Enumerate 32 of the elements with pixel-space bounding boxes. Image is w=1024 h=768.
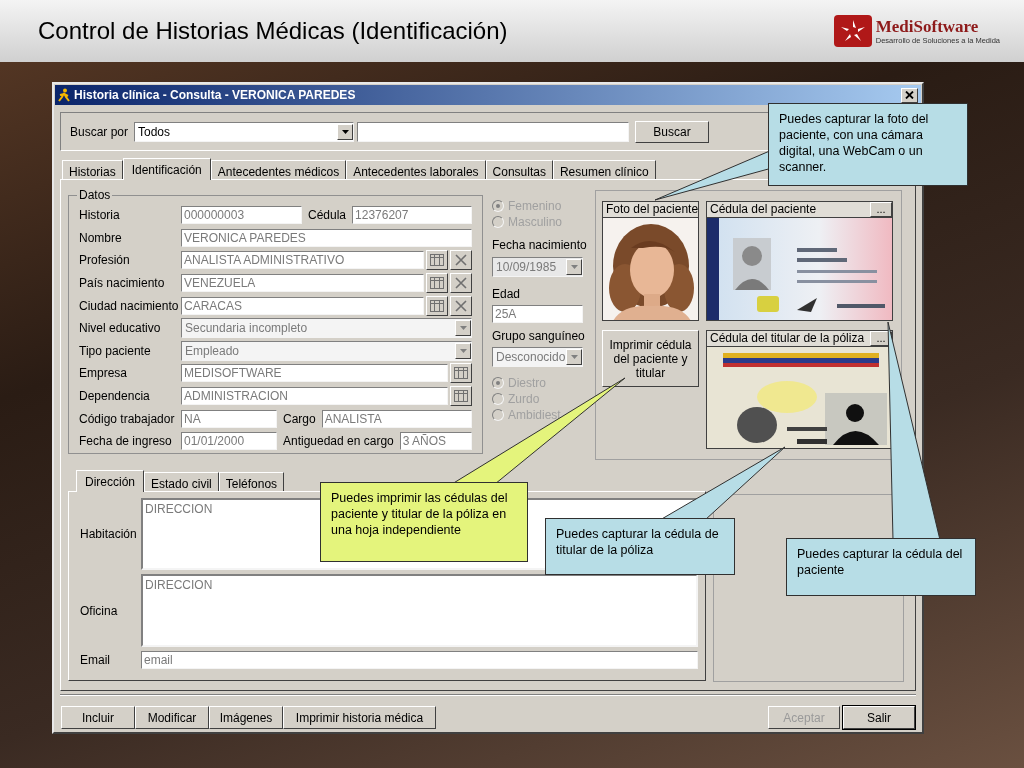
- field-label: Oficina: [80, 602, 119, 620]
- field-label: Ciudad nacimiento: [79, 297, 179, 315]
- field-label: Dependencia: [79, 388, 151, 406]
- callout-tooltip: Puedes capturar la cédula de titular de la póliza: [545, 518, 735, 575]
- field-label: Antiguedad en cargo: [282, 433, 395, 451]
- field-label: País nacimiento: [79, 275, 166, 293]
- field-label: Email: [80, 652, 111, 669]
- group-title: Datos: [78, 187, 112, 204]
- field-label: Edad: [492, 286, 522, 303]
- callout-tooltip: Puedes capturar la foto del paciente, con una cámara digital, una WebCam o un scanner.: [768, 103, 968, 186]
- image-caption: Cédula del paciente: [709, 202, 818, 217]
- image-caption: Foto del paciente: [602, 201, 699, 218]
- field-label: Profesión: [79, 252, 131, 270]
- field-label: Cargo: [282, 410, 317, 428]
- slide-title: Control de Historias Médicas (Identificación): [38, 16, 508, 46]
- field-label: Empresa: [79, 365, 129, 383]
- field-label: Grupo sanguíneo: [492, 328, 586, 345]
- window-title: Historia clínica - Consulta - VERONICA PAREDES: [74, 87, 356, 104]
- field-label: Buscar por: [70, 123, 130, 141]
- field-label: Fecha de ingreso: [79, 433, 173, 451]
- callout-tooltip: Puedes imprimir las cédulas del paciente y titular de la póliza en una hoja independiente: [320, 482, 528, 562]
- field-label: Tipo paciente: [79, 342, 152, 360]
- field-label: Cédula: [307, 207, 348, 225]
- logo-name: MediSoftware: [875, 17, 980, 36]
- field-label: Nivel educativo: [79, 320, 162, 338]
- field-label: Código trabajador: [79, 410, 176, 428]
- field-label: Historia: [79, 207, 121, 225]
- field-label: Habitación: [80, 526, 138, 543]
- callout-tooltip: Puedes capturar la cédula del paciente: [786, 538, 976, 596]
- field-label: Nombre: [79, 229, 123, 247]
- field-label: Fecha nacimiento: [492, 237, 588, 254]
- image-caption: Cédula del titular de la póliza: [709, 331, 866, 346]
